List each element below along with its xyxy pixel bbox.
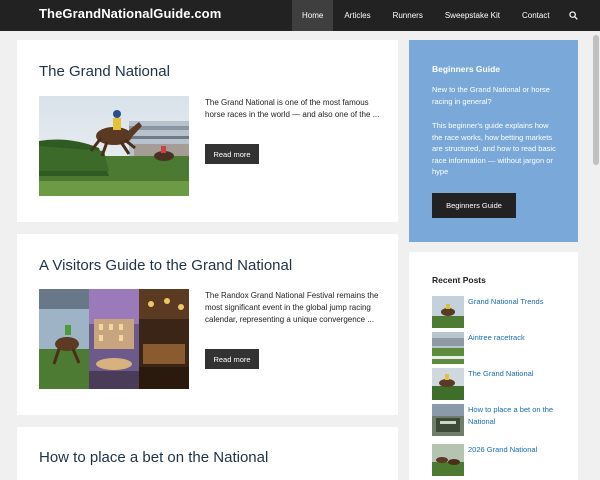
post-excerpt: The Randox Grand National Festival remai…: [205, 291, 379, 324]
recent-post-thumbnail[interactable]: [432, 368, 464, 400]
recent-post-thumbnail[interactable]: [432, 296, 464, 328]
post-title[interactable]: How to place a bet on the National: [39, 449, 268, 466]
recent-post-item: How to place a bet on the National: [432, 404, 572, 436]
post-card: A Visitors Guide to the Grand National T…: [17, 234, 398, 415]
post-thumbnail[interactable]: [39, 289, 189, 389]
nav-articles[interactable]: Articles: [333, 0, 381, 31]
recent-post-link[interactable]: 2026 Grand National: [468, 444, 568, 456]
post-card: The Grand National The Grand National is…: [17, 40, 398, 222]
recent-post-thumbnail[interactable]: [432, 444, 464, 476]
recent-post-item: The Grand National: [432, 368, 572, 400]
beginners-guide-widget: Beginners Guide New to the Grand Nationa…: [409, 40, 578, 242]
widget-body: This beginner's guide explains how the r…: [432, 121, 556, 176]
search-icon: [569, 11, 578, 20]
scrollbar-thumb[interactable]: [593, 35, 599, 165]
widget-title: Recent Posts: [432, 275, 486, 285]
main-nav: Home Articles Runners Sweepstake Kit Con…: [292, 0, 587, 31]
beginners-guide-button[interactable]: Beginners Guide: [432, 193, 516, 218]
visitors-collage-image: [39, 289, 189, 389]
page-scrollbar[interactable]: [592, 31, 600, 480]
site-header: TheGrandNationalGuide.com Home Articles …: [0, 0, 600, 31]
post-thumbnail[interactable]: [39, 96, 189, 196]
search-button[interactable]: [561, 0, 587, 31]
widget-title: Beginners Guide: [432, 64, 501, 74]
recent-post-link[interactable]: Grand National Trends: [468, 296, 568, 308]
nav-contact[interactable]: Contact: [511, 0, 561, 31]
read-more-button[interactable]: Read more: [205, 144, 259, 164]
post-excerpt: The Grand National is one of the most fa…: [205, 98, 380, 119]
read-more-button[interactable]: Read more: [205, 349, 259, 369]
horse-image: [432, 296, 464, 328]
widget-intro: New to the Grand National or horse racin…: [432, 85, 550, 106]
betting-image: [432, 404, 464, 436]
post-title[interactable]: The Grand National: [39, 63, 170, 80]
nav-home[interactable]: Home: [292, 0, 334, 31]
recent-post-link[interactable]: How to place a bet on the National: [468, 404, 568, 428]
site-logo[interactable]: TheGrandNationalGuide.com: [39, 6, 221, 21]
recent-posts-widget: Recent Posts Grand National Trends Aintr…: [409, 252, 578, 480]
horse-image: [432, 444, 464, 476]
post-title[interactable]: A Visitors Guide to the Grand National: [39, 257, 292, 274]
nav-sweepstake-kit[interactable]: Sweepstake Kit: [434, 0, 511, 31]
horse-racing-image: [39, 96, 189, 196]
post-card: How to place a bet on the National: [17, 427, 398, 480]
horse-image: [432, 368, 464, 400]
recent-post-link[interactable]: The Grand National: [468, 368, 568, 380]
recent-post-thumbnail[interactable]: [432, 332, 464, 364]
recent-post-item: Aintree racetrack: [432, 332, 572, 364]
recent-post-item: 2026 Grand National: [432, 444, 572, 476]
recent-post-item: Grand National Trends: [432, 296, 572, 328]
nav-runners[interactable]: Runners: [382, 0, 434, 31]
racetrack-image: [432, 332, 464, 364]
recent-post-link[interactable]: Aintree racetrack: [468, 332, 568, 344]
recent-post-thumbnail[interactable]: [432, 404, 464, 436]
